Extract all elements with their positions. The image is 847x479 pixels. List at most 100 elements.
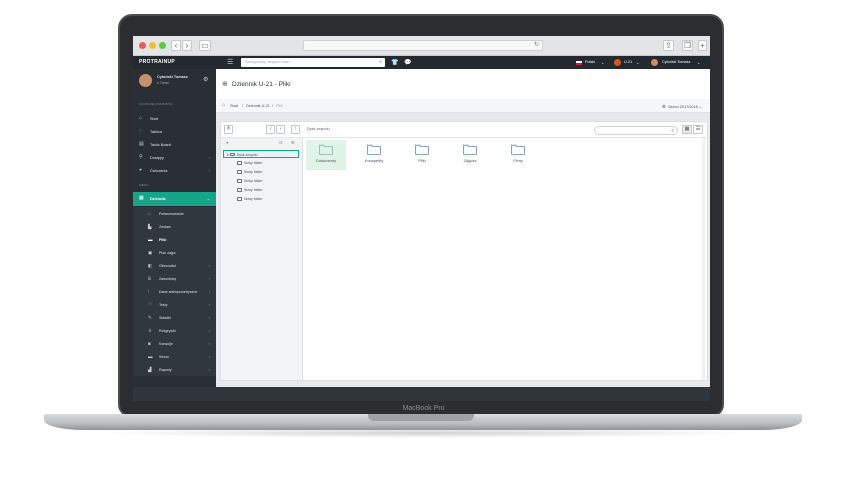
folder-item-pliki[interactable]: Pliki	[402, 140, 442, 170]
home-icon[interactable]: ⌂	[222, 102, 225, 108]
sidebar-item-label: Składki	[159, 315, 171, 320]
sidebar-item-label: Testy	[159, 302, 168, 307]
search-icon[interactable]: ⌕	[379, 59, 382, 65]
sidebar-item-start[interactable]: ⌂ Start	[133, 112, 216, 125]
sidebar-subitem-zestaw[interactable]: ▙ Zestaw	[133, 220, 216, 233]
tree-node-label: Nowy folder	[244, 188, 263, 192]
grid-view-icon[interactable]: ▦	[682, 125, 692, 134]
forward-icon[interactable]: ›	[276, 125, 285, 134]
summary-icon: ⌂	[148, 210, 151, 216]
brand-logo[interactable]: PROTRAINUP	[139, 59, 175, 65]
minimize-window-button[interactable]	[149, 42, 156, 49]
breadcrumb-start[interactable]: Start	[230, 104, 238, 108]
breadcrumb-current: Pliki	[276, 103, 283, 108]
sidebar-item-label: Plan zajęć	[159, 250, 176, 255]
chevron-right-icon: ›	[208, 275, 210, 281]
tree-root[interactable]: ▾ Dysk zespołu	[223, 150, 299, 158]
sidebar-item-label: Konsulje	[159, 341, 173, 346]
sidebar-subitem-dane-antropometryczne[interactable]: ⁞ Dane antropometryczne ›	[133, 285, 216, 298]
sidebar-subitem-obecnosci[interactable]: ◧ Obecności ›	[133, 259, 216, 272]
trophy-icon: ♕	[148, 327, 153, 333]
breadcrumb-separator: /	[242, 103, 244, 108]
expand-icon[interactable]: ⇥	[225, 140, 228, 145]
team-select[interactable]: U-21	[624, 60, 632, 64]
close-window-button[interactable]	[139, 42, 146, 49]
sidebar-subitem-rozgrywki[interactable]: ♕ Rozgrywki ›	[133, 324, 216, 337]
tree-node[interactable]: Nowy folder	[237, 197, 262, 204]
chevron-right-icon: ›	[208, 167, 210, 173]
tree-node[interactable]: Nowy folder	[237, 188, 262, 195]
set-icon: ▙	[148, 223, 152, 229]
sidebar-subitem-podsumowanie[interactable]: ⌂ Podsumowanie	[133, 207, 216, 220]
up-icon[interactable]: ↑	[291, 125, 300, 134]
back-icon[interactable]: ‹	[266, 125, 275, 134]
fees-icon: ✎	[148, 314, 152, 320]
sidebar-subitem-skladki[interactable]: ✎ Składki ›	[133, 311, 216, 324]
tree-sort-icon[interactable]: ☰	[291, 140, 295, 145]
tree-filter-icon[interactable]: ☷	[279, 140, 283, 145]
file-search-input[interactable]: ⌕	[594, 126, 678, 135]
search-icon[interactable]: ⌕	[671, 128, 674, 134]
sidebar-toggle-icon[interactable]: ▭	[199, 40, 211, 51]
address-bar[interactable]: ↻	[303, 40, 543, 51]
folder-icon	[237, 188, 242, 192]
scrollbar[interactable]	[702, 138, 705, 380]
file-toolbar: ≚ ‹ › ↑ Dysk zespołu ⌕ ▦ ☰	[221, 122, 707, 138]
chevron-right-icon: ›	[208, 288, 210, 294]
chat-icon[interactable]: 💬	[404, 59, 411, 66]
sidebar-item-label: Tablica	[150, 129, 162, 134]
sidebar-item-tactic-board[interactable]: ▤ Tactic Board	[133, 138, 216, 151]
season-label: Sezon 2017/2018	[667, 104, 698, 109]
folder-item-filmy[interactable]: Filmy	[498, 140, 538, 170]
season-icon: ▬	[148, 353, 153, 359]
zoom-window-button[interactable]	[159, 42, 166, 49]
access-icon: ⚲	[139, 154, 143, 160]
user-menu[interactable]: Cybulski Tomasz	[662, 60, 690, 64]
avatar[interactable]	[651, 59, 658, 66]
sidebar-subitem-zawodnicy[interactable]: ⅲ Zawodnicy ›	[133, 272, 216, 285]
folder-item-konspekty[interactable]: Konspekty	[354, 140, 394, 170]
sidebar-subitem-plan-zajec[interactable]: ▣ Plan zajęć	[133, 246, 216, 259]
forward-icon[interactable]: ›	[182, 40, 192, 51]
jersey-icon[interactable]: 👕	[391, 59, 398, 66]
current-path: Dysk zespołu	[307, 127, 330, 131]
sidebar-item-tablica[interactable]: ◌ Tablica	[133, 125, 216, 138]
list-view-icon[interactable]: ☰	[693, 125, 703, 134]
menu-icon[interactable]: ☰	[227, 58, 233, 66]
sidebar-subitem-pliki[interactable]: ▬ Pliki	[133, 233, 216, 246]
folder-icon	[237, 161, 242, 165]
folder-icon	[319, 144, 333, 155]
chevron-right-icon: ›	[208, 314, 210, 320]
sidebar-item-dostepy[interactable]: ⚲ Dostępy ›	[133, 151, 216, 164]
new-tab-icon[interactable]: +	[698, 40, 707, 51]
folder-item-zdjecia[interactable]: Zdjęcia	[450, 140, 490, 170]
sidebar-subitem-konsulje[interactable]: ◙ Konsulje ›	[133, 337, 216, 350]
breadcrumb-dziennik[interactable]: Dziennik U-21	[246, 104, 270, 108]
tree-toolbar: ⇥ ☷ ☰	[221, 138, 303, 148]
gear-icon[interactable]: ⚙	[203, 76, 208, 83]
sidebar-item-cwiczenia[interactable]: ⚹ Ćwiczenia ›	[133, 164, 216, 177]
files-icon: ▬	[148, 236, 153, 242]
reload-icon[interactable]: ↻	[534, 41, 539, 48]
tree-node[interactable]: Nowy folder	[237, 161, 262, 168]
collapse-icon[interactable]: ≚	[224, 125, 233, 134]
tree-node[interactable]: Nowy folder	[237, 170, 262, 177]
sidebar-subitem-testy[interactable]: ♡ Testy ›	[133, 298, 216, 311]
share-icon[interactable]: ⇪	[663, 40, 674, 51]
page-header: ⊕ Dziennik U-21 - Pliki	[216, 69, 710, 99]
season-select[interactable]: ⚙ Sezon 2017/2018 ⌄	[662, 104, 702, 110]
sidebar: Cybulski Tomasz ♦ Trener ⚙ FUNKCJE OSOBI…	[133, 69, 216, 387]
main-content: ⊕ Dziennik U-21 - Pliki ⌂ Start / Dzienn…	[216, 69, 710, 387]
back-icon[interactable]: ‹	[171, 40, 181, 51]
global-search-input[interactable]: Szukaj osoby, zespołu i inne... ⌕	[241, 58, 385, 67]
language-select[interactable]: Polski	[585, 60, 595, 64]
tree-node[interactable]: Nowy folder	[237, 179, 262, 186]
sidebar-subitem-raporty[interactable]: ▟ Raporty ›	[133, 363, 216, 376]
sidebar-item-dziennik[interactable]: ▦ Dziennik ⌄	[133, 192, 216, 206]
exercise-icon: ⚹	[139, 167, 143, 173]
body-icon: ⁞	[148, 288, 150, 294]
sidebar-subitem-sezon[interactable]: ▬ Sezon ›	[133, 350, 216, 363]
avatar[interactable]	[139, 74, 152, 87]
folder-item-dokumenty[interactable]: Dokumenty	[306, 140, 346, 170]
tabs-icon[interactable]: ❐	[682, 40, 693, 51]
